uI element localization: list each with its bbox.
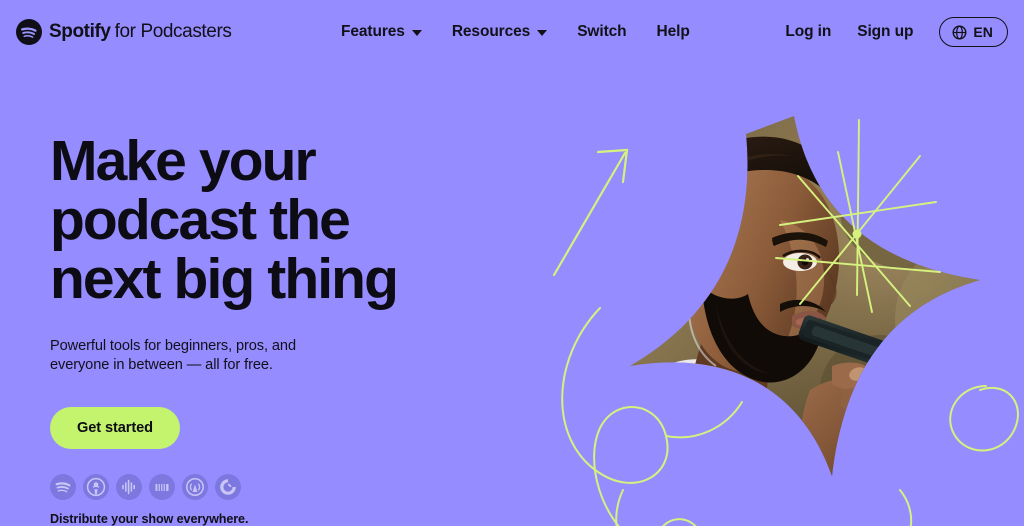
waveform-icon[interactable]	[116, 474, 142, 500]
nav-item-switch-label: Switch	[577, 23, 627, 40]
nav-item-help[interactable]: Help	[657, 23, 690, 41]
language-selector-button[interactable]: EN	[939, 17, 1008, 47]
arrow-up-right-doodle	[552, 148, 629, 277]
nav-item-resources-label: Resources	[451, 23, 531, 40]
hero-photo	[630, 116, 980, 476]
main-navigation: Spotify for Podcasters Features Resources…	[0, 0, 1024, 64]
language-code-label: EN	[973, 24, 993, 40]
headline-line-1: Make your	[50, 129, 317, 193]
pocket-casts-icon[interactable]	[215, 474, 241, 500]
doodle-layer	[552, 119, 1019, 526]
chevron-down-icon	[537, 30, 548, 36]
brand-logo-link[interactable]: Spotify for Podcasters	[16, 19, 232, 45]
nav-item-features-label: Features	[341, 23, 405, 40]
brand-name-strong: Spotify	[49, 21, 111, 42]
spotify-icon[interactable]	[50, 474, 76, 500]
equalizer-icon[interactable]	[149, 474, 175, 500]
squiggle-loop-doodle	[561, 307, 1019, 526]
page-title: Make your podcast the next big thing	[50, 132, 480, 309]
sparkle-starburst-doodle	[775, 119, 941, 313]
nav-item-resources[interactable]: Resources	[451, 23, 548, 41]
hero-page: Spotify for Podcasters Features Resources…	[0, 0, 1024, 526]
distribute-caption: Distribute your show everywhere.	[50, 512, 249, 526]
spotify-logo-icon	[16, 19, 42, 45]
globe-icon	[952, 25, 967, 40]
signup-link[interactable]: Sign up	[857, 23, 913, 41]
headline-line-3: next big thing	[50, 247, 399, 311]
hero-copy: Make your podcast the next big thing Pow…	[50, 132, 480, 449]
headline-line-2: podcast the	[50, 188, 351, 252]
platform-icon-list	[50, 474, 241, 500]
get-started-button[interactable]: Get started	[50, 407, 180, 449]
nav-item-switch[interactable]: Switch	[577, 23, 626, 41]
login-link[interactable]: Log in	[785, 23, 831, 41]
brand-wordmark: Spotify for Podcasters	[49, 21, 232, 43]
nav-item-help-label: Help	[656, 23, 690, 40]
account-nav: Log in Sign up EN	[785, 17, 1008, 47]
nav-item-features[interactable]: Features	[341, 23, 422, 41]
broadcast-icon[interactable]	[182, 474, 208, 500]
chevron-down-icon	[411, 30, 422, 36]
hero-artwork	[480, 90, 1024, 526]
brand-name-light: for Podcasters	[114, 21, 232, 42]
apple-podcasts-icon[interactable]	[83, 474, 109, 500]
hero-subheading: Powerful tools for beginners, pros, and …	[50, 338, 296, 373]
primary-nav-links: Features Resources Switch Help	[341, 23, 690, 41]
